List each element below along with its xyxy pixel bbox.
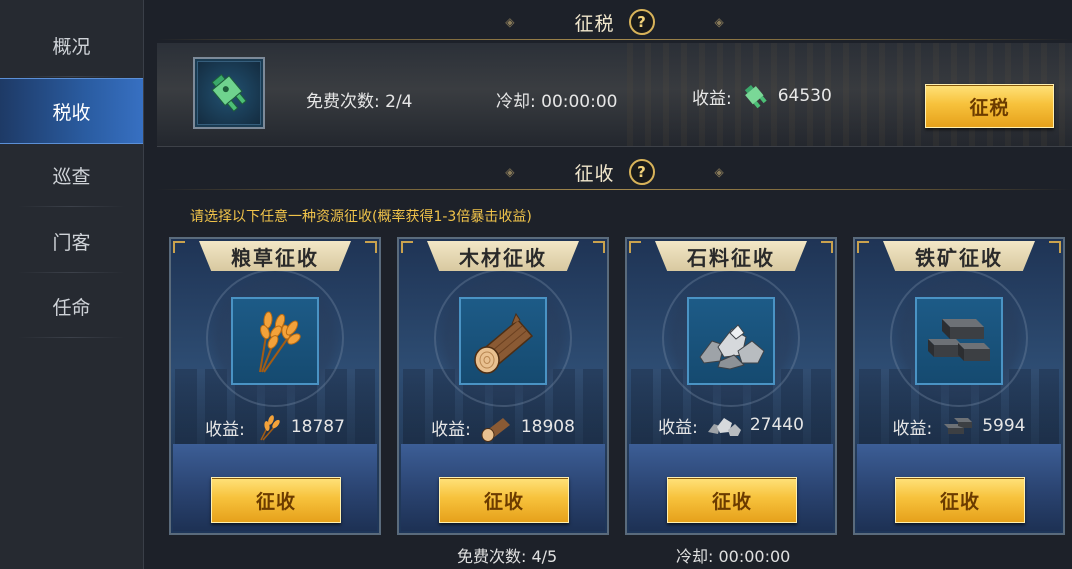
card-title: 木材征收 (427, 241, 579, 271)
ornament-icon: ◈ (714, 15, 724, 29)
resource-slot (459, 297, 547, 385)
help-icon[interactable]: ? (628, 9, 655, 35)
sidebar-item-label: 概况 (52, 35, 91, 58)
help-icon[interactable]: ? (628, 159, 655, 185)
sidebar-item-label: 任命 (52, 296, 91, 319)
income-label: 收益: (658, 417, 698, 438)
card-income: 收益: 5994 (855, 412, 1063, 440)
sidebar-item-overview[interactable]: 概况 (0, 13, 143, 77)
stone-icon (707, 418, 741, 436)
income-value: 64530 (777, 86, 832, 106)
collect-iron-button[interactable]: 征收 (895, 477, 1025, 523)
sidebar-item-label: 门客 (52, 231, 91, 254)
ornament-icon: ◈ (505, 165, 515, 179)
collect-section-title: 征收 (574, 162, 615, 185)
divider (157, 39, 1072, 40)
wood-log-icon (481, 418, 510, 442)
card-income: 收益: 18908 (399, 412, 607, 442)
income-value: 27440 (749, 415, 804, 435)
jade-token-icon (211, 73, 247, 112)
iron-ingot-icon (944, 418, 973, 434)
divider (157, 189, 1072, 190)
resource-card-stone: 石料征收 收益: 27440 征收 (625, 237, 837, 535)
card-income: 收益: 27440 (627, 412, 835, 438)
resource-card-wood: 木材征收 收益: 18908 征收 (397, 237, 609, 535)
resource-slot (915, 297, 1003, 385)
ornament-icon: ◈ (505, 15, 515, 29)
collect-wood-button[interactable]: 征收 (439, 477, 569, 523)
collect-instructions: 请选择以下任意一种资源征收(概率获得1-3倍暴击收益) (190, 209, 532, 225)
jade-token-icon (744, 85, 767, 109)
collect-cooldown-timer: 冷却: 00:00:00 (676, 547, 791, 566)
card-title: 粮草征收 (199, 241, 351, 271)
income-label: 收益: (431, 419, 471, 440)
income-label: 收益: (892, 418, 933, 439)
resource-card-iron: 铁矿征收 收益: 5994 征收 (853, 237, 1065, 535)
wheat-icon (260, 415, 280, 441)
income-value: 5994 (982, 416, 1026, 436)
sidebar-item-patrol[interactable]: 巡查 (0, 143, 143, 207)
resource-slot (687, 297, 775, 385)
ornament-icon: ◈ (714, 165, 724, 179)
tax-token-slot (193, 57, 265, 129)
income-value: 18787 (290, 417, 345, 437)
income-label: 收益: (692, 88, 732, 109)
collect-grain-button[interactable]: 征收 (211, 477, 341, 523)
collect-section-header: ◈ 征收 ? ◈ (157, 154, 1072, 190)
sidebar: 概况 税收 巡查 门客 任命 (0, 0, 144, 569)
card-title: 石料征收 (655, 241, 807, 271)
iron-ingot-icon (928, 319, 990, 361)
free-count: 免费次数: 2/4 (306, 92, 413, 112)
collect-free-count: 免费次数: 4/5 (457, 547, 558, 566)
cooldown-timer: 冷却: 00:00:00 (496, 92, 618, 112)
card-income: 收益: 18787 (171, 412, 379, 442)
wheat-icon (259, 311, 301, 373)
sidebar-item-label: 税收 (52, 101, 91, 124)
tax-section-title: 征税 (574, 12, 615, 35)
income-label: 收益: (205, 419, 245, 440)
resource-slot (231, 297, 319, 385)
sidebar-item-tax[interactable]: 税收 (0, 78, 143, 144)
wood-log-icon (474, 312, 534, 374)
income-value: 18908 (520, 417, 575, 437)
tax-panel: 免费次数: 2/4 冷却: 00:00:00 收益: 64530 征税 (157, 43, 1072, 147)
sidebar-item-appoint[interactable]: 任命 (0, 274, 143, 338)
tax-income: 收益: 64530 (692, 83, 832, 109)
card-title: 铁矿征收 (883, 241, 1035, 271)
sidebar-item-retainers[interactable]: 门客 (0, 209, 143, 273)
resource-card-grain: 粮草征收 收益: 18787 征收 (169, 237, 381, 535)
sidebar-item-label: 巡查 (52, 165, 91, 188)
tax-section-header: ◈ 征税 ? ◈ (157, 4, 1072, 40)
stone-icon (699, 324, 765, 370)
levy-tax-button[interactable]: 征税 (925, 84, 1054, 128)
collect-stone-button[interactable]: 征收 (667, 477, 797, 523)
